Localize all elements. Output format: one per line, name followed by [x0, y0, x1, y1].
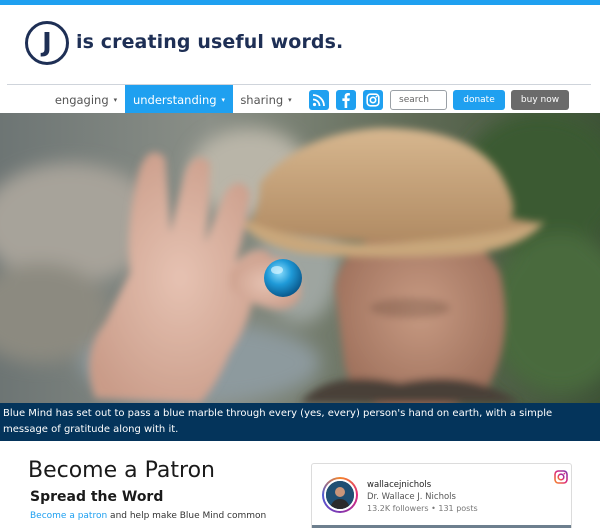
- instagram-handle[interactable]: wallacejnichols: [367, 480, 431, 490]
- site-tagline: is creating useful words.: [76, 31, 344, 53]
- instagram-stats: 13.2K followers • 131 posts: [367, 504, 478, 513]
- facebook-icon[interactable]: [336, 90, 356, 110]
- hero-image: [0, 113, 600, 403]
- top-accent-bar: [0, 0, 600, 5]
- search-input[interactable]: [390, 90, 447, 110]
- chevron-down-icon: ▾: [288, 95, 292, 104]
- instagram-name: Dr. Wallace J. Nichols: [367, 492, 456, 502]
- nav-item-sharing[interactable]: sharing ▾: [233, 85, 299, 114]
- patron-text-rest: and help make Blue Mind common: [107, 511, 267, 521]
- patron-text: Become a patron and help make Blue Mind …: [30, 511, 266, 521]
- buy-now-button[interactable]: buy now: [511, 90, 569, 110]
- instagram-icon[interactable]: [363, 90, 383, 110]
- chevron-down-icon: ▾: [221, 95, 226, 104]
- nav-item-label: engaging: [54, 92, 109, 107]
- site-logo[interactable]: J: [25, 21, 69, 65]
- patron-subtitle: Spread the Word: [30, 489, 164, 505]
- nav-item-label: sharing: [240, 92, 284, 107]
- nav-item-label: understanding: [132, 92, 217, 107]
- hero-caption: Blue Mind has set out to pass a blue mar…: [0, 403, 600, 441]
- patron-title: Become a Patron: [28, 458, 215, 483]
- nav-item-engaging[interactable]: engaging ▾: [47, 85, 125, 114]
- main-nav: engaging ▾ understanding ▾ sharing ▾ don…: [7, 84, 591, 114]
- logo-letter: J: [42, 28, 52, 58]
- chevron-down-icon: ▾: [113, 95, 118, 104]
- rss-icon[interactable]: [309, 90, 329, 110]
- nav-item-understanding[interactable]: understanding ▾: [125, 85, 233, 114]
- donate-button[interactable]: donate: [453, 90, 505, 110]
- avatar[interactable]: [322, 477, 358, 513]
- instagram-card[interactable]: wallacejnichols Dr. Wallace J. Nichols 1…: [311, 463, 572, 528]
- instagram-icon[interactable]: [554, 469, 568, 484]
- avatar-image: [324, 479, 356, 511]
- become-patron-link[interactable]: Become a patron: [30, 511, 107, 521]
